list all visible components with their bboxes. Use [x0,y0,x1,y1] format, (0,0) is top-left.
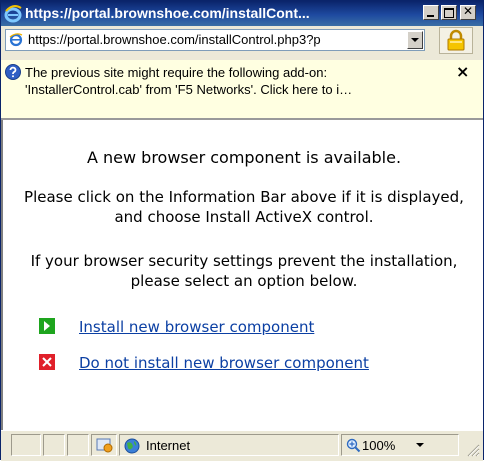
page-content: A new browser component is available. Pl… [1,120,483,430]
status-panel-1 [11,434,41,456]
url-text[interactable]: https://portal.brownshoe.com/installCont… [28,32,404,48]
zoom-magnifier-icon [346,438,361,453]
maximize-button[interactable] [441,5,457,20]
minimize-button[interactable] [423,5,439,20]
do-not-install-link[interactable]: Do not install new browser component [79,353,369,373]
url-field[interactable]: https://portal.brownshoe.com/installCont… [5,29,425,51]
ie-logo-icon [4,5,22,23]
protected-mode-icon [96,438,113,453]
page-ie-icon [9,33,23,47]
status-panel-3 [67,434,89,456]
close-window-button[interactable]: ✕ [460,4,476,20]
security-zone-label: Internet [146,438,191,453]
information-bar-message[interactable]: The previous site might require the foll… [25,64,445,98]
window-title: https://portal.brownshoe.com/installCont… [25,5,310,21]
information-bar[interactable]: The previous site might require the foll… [1,60,483,120]
instruction-paragraph: Please click on the Information Bar abov… [24,188,464,226]
browser-window: https://portal.brownshoe.com/installCont… [0,0,484,461]
status-bar: Internet 100% [1,430,483,461]
install-component-link[interactable]: Install new browser component [79,317,314,337]
info-line-2: 'InstallerControl.cab' from 'F5 Networks… [25,82,353,97]
zoom-level: 100% [362,438,396,453]
resize-grip-icon[interactable] [464,441,480,457]
security-lock-button[interactable] [439,27,473,54]
shield-question-icon [5,64,21,80]
security-zone-panel[interactable]: Internet [119,434,339,456]
page-heading: A new browser component is available. [86,148,402,167]
security-paragraph: If your browser security settings preven… [30,252,458,290]
url-dropdown-button[interactable] [407,31,423,49]
info-bar-close-button[interactable]: × [456,62,469,81]
red-x-icon [39,354,55,370]
zoom-panel[interactable]: 100% [341,434,459,456]
close-icon: ✕ [462,4,474,18]
address-bar: https://portal.brownshoe.com/installCont… [1,26,483,58]
status-panel-4[interactable] [91,434,117,456]
zoom-dropdown-icon[interactable] [416,443,424,447]
green-arrow-icon [39,318,55,334]
padlock-icon [447,29,465,51]
status-panel-2 [43,434,65,456]
globe-icon [124,438,140,454]
info-line-1: The previous site might require the foll… [25,65,328,80]
title-bar[interactable]: https://portal.brownshoe.com/installCont… [1,1,483,26]
